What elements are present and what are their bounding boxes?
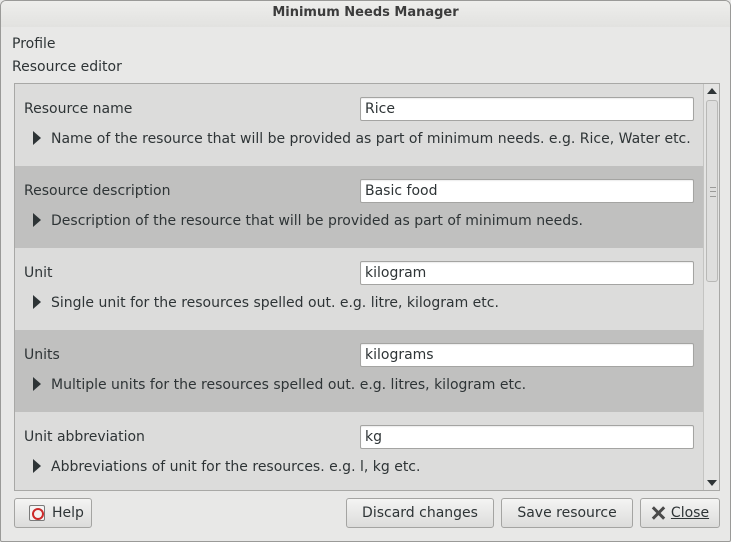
triangle-right-icon xyxy=(33,459,41,473)
close-button-label: Close xyxy=(670,505,710,521)
minimum-needs-manager-dialog: Minimum Needs Manager Profile Resource e… xyxy=(0,0,731,542)
unit-abbreviation-input[interactable] xyxy=(360,425,694,449)
field-label: Resource name xyxy=(24,101,133,117)
grip-icon xyxy=(710,187,716,197)
field-hint-text: Name of the resource that will be provid… xyxy=(51,131,691,147)
scroll-down-icon[interactable] xyxy=(707,480,717,486)
help-button[interactable]: Help xyxy=(14,498,92,528)
field-hint-toggle[interactable]: Name of the resource that will be provid… xyxy=(33,131,691,147)
window-title: Minimum Needs Manager xyxy=(1,1,730,27)
field-label: Resource description xyxy=(24,183,171,199)
field-hint-toggle[interactable]: Abbreviations of unit for the resources.… xyxy=(33,459,420,475)
field-hint-toggle[interactable]: Single unit for the resources spelled ou… xyxy=(33,295,499,311)
field-hint-text: Multiple units for the resources spelled… xyxy=(51,377,527,393)
vertical-scrollbar[interactable] xyxy=(703,84,719,490)
triangle-right-icon xyxy=(33,131,41,145)
save-resource-button[interactable]: Save resource xyxy=(501,498,633,528)
triangle-right-icon xyxy=(33,213,41,227)
resource-fields: Resource name Name of the resource that … xyxy=(15,84,703,490)
field-row-resource-name: Resource name Name of the resource that … xyxy=(15,84,703,166)
help-button-label: Help xyxy=(52,505,84,521)
field-hint-toggle[interactable]: Description of the resource that will be… xyxy=(33,213,583,229)
help-icon xyxy=(29,505,45,521)
field-hint-text: Single unit for the resources spelled ou… xyxy=(51,295,499,311)
profile-breadcrumb[interactable]: Profile xyxy=(12,36,56,52)
scroll-up-icon[interactable] xyxy=(707,88,717,94)
field-row-unit-abbreviation: Unit abbreviation Abbreviations of unit … xyxy=(15,412,703,490)
field-row-unit: Unit Single unit for the resources spell… xyxy=(15,248,703,330)
resource-description-input[interactable] xyxy=(360,179,694,203)
close-icon xyxy=(651,506,665,520)
resource-editor-breadcrumb: Resource editor xyxy=(12,59,122,75)
triangle-right-icon xyxy=(33,377,41,391)
close-button[interactable]: Close xyxy=(640,498,720,528)
field-hint-text: Abbreviations of unit for the resources.… xyxy=(51,459,421,475)
discard-changes-button[interactable]: Discard changes xyxy=(346,498,494,528)
field-label: Unit xyxy=(24,265,53,281)
scrollbar-thumb[interactable] xyxy=(706,100,718,282)
field-row-resource-description: Resource description Description of the … xyxy=(15,166,703,248)
field-label: Units xyxy=(24,347,60,363)
field-row-units: Units Multiple units for the resources s… xyxy=(15,330,703,412)
resource-editor-scroll-area: Resource name Name of the resource that … xyxy=(14,83,720,491)
triangle-right-icon xyxy=(33,295,41,309)
field-hint-toggle[interactable]: Multiple units for the resources spelled… xyxy=(33,377,526,393)
field-label: Unit abbreviation xyxy=(24,429,145,445)
unit-input[interactable] xyxy=(360,261,694,285)
field-hint-text: Description of the resource that will be… xyxy=(51,213,583,229)
units-input[interactable] xyxy=(360,343,694,367)
resource-name-input[interactable] xyxy=(360,97,694,121)
